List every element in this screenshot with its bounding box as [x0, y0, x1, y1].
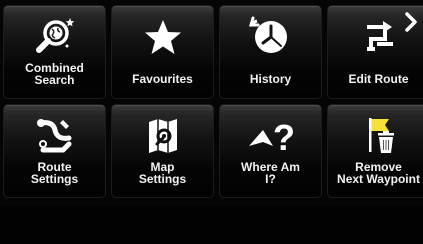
route-settings-button[interactable]: Route Settings	[3, 104, 106, 198]
magnifier-globe-icon	[4, 14, 105, 60]
favourites-label: Favourites	[132, 72, 193, 86]
combined-search-label: Combined Search	[25, 61, 84, 87]
remove-next-waypoint-button[interactable]: Remove Next Waypoint	[327, 104, 423, 198]
history-label: History	[249, 72, 292, 86]
map-settings-icon	[112, 113, 213, 159]
chevron-right-icon[interactable]	[401, 10, 421, 34]
favourites-button[interactable]: Favourites	[111, 5, 214, 99]
bottom-bar	[0, 206, 423, 244]
where-am-i-button[interactable]: ? Where Am I?	[219, 104, 322, 198]
clock-history-icon	[220, 14, 321, 60]
remove-next-waypoint-label: Remove Next Waypoint	[337, 160, 420, 186]
history-button[interactable]: History	[219, 5, 322, 99]
route-settings-icon	[4, 113, 105, 159]
map-settings-label: Map Settings	[138, 160, 187, 186]
main-menu-screen: Combined Search Favourites History Edit …	[0, 0, 423, 244]
where-am-i-label: Where Am I?	[241, 160, 300, 186]
route-settings-label: Route Settings	[30, 160, 79, 186]
map-settings-button[interactable]: Map Settings	[111, 104, 214, 198]
star-icon	[112, 14, 213, 60]
edit-route-label: Edit Route	[348, 72, 409, 86]
combined-search-button[interactable]: Combined Search	[3, 5, 106, 99]
svg-text:?: ?	[273, 117, 295, 156]
remove-waypoint-icon	[328, 113, 423, 159]
where-am-i-icon: ?	[220, 113, 321, 159]
